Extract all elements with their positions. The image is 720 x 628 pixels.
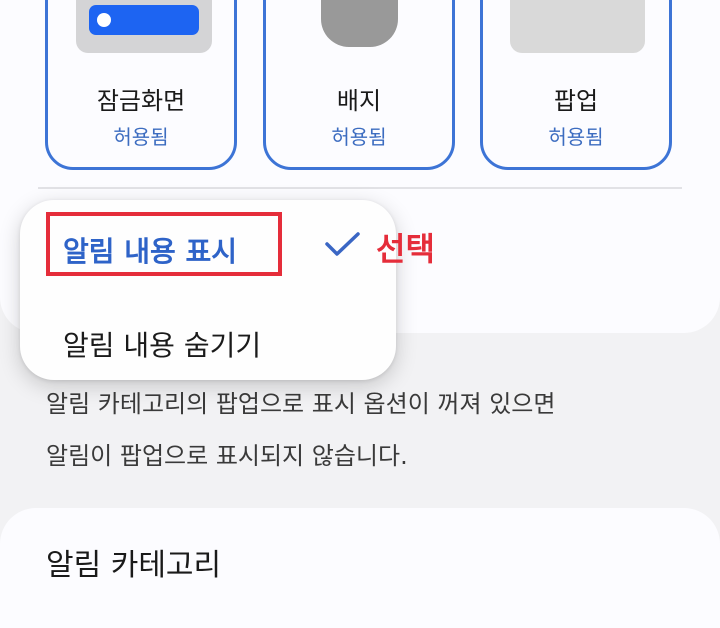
content-visibility-dropdown: 알림 내용 표시 알림 내용 숨기기 <box>20 200 396 380</box>
lockscreen-notification-bar <box>89 5 199 35</box>
lockscreen-preview-icon <box>76 0 212 53</box>
description-line: 알림 카테고리의 팝업으로 표시 옵션이 꺼져 있으면 <box>46 390 556 418</box>
option-show-content[interactable]: 알림 내용 표시 <box>63 230 237 270</box>
notification-category-panel: 알림 카테고리 <box>0 508 720 628</box>
lockscreen-style-tile[interactable]: 잠금화면 허용됨 <box>45 0 237 170</box>
tile-status: 허용됨 <box>113 125 169 149</box>
tile-status: 허용됨 <box>548 125 604 149</box>
annotation-label: 선택 <box>376 230 435 268</box>
popup-description: 알림 카테고리의 팝업으로 표시 옵션이 꺼져 있으면 알림이 팝업으로 표시되… <box>46 378 686 482</box>
popup-style-tile[interactable]: 팝업 허용됨 <box>480 0 672 170</box>
badge-style-tile[interactable]: 배지 허용됨 <box>263 0 455 170</box>
notification-dot-icon <box>97 13 111 27</box>
option-hide-content[interactable]: 알림 내용 숨기기 <box>63 324 261 364</box>
description-line: 알림이 팝업으로 표시되지 않습니다. <box>46 442 408 470</box>
checkmark-icon <box>325 232 360 256</box>
badge-preview-icon <box>321 0 398 47</box>
tile-status: 허용됨 <box>331 125 387 149</box>
category-title[interactable]: 알림 카테고리 <box>46 540 221 584</box>
popup-preview-icon <box>510 0 645 53</box>
tile-label: 배지 <box>336 87 382 115</box>
tile-label: 팝업 <box>553 87 599 115</box>
section-divider <box>38 187 682 189</box>
tile-label: 잠금화면 <box>96 87 186 115</box>
